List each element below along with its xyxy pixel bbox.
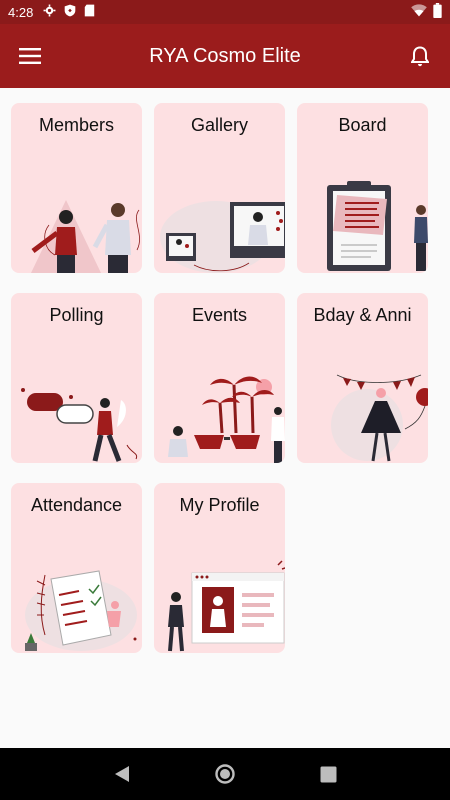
back-button[interactable] [102,754,142,794]
menu-button[interactable] [0,24,60,88]
app-bar: RYA Cosmo Elite [0,24,450,88]
tile-gallery[interactable]: Gallery [154,103,285,273]
bday-anni-illustration [331,374,428,462]
tile-label: Members [38,115,114,135]
members-illustration [31,200,140,273]
system-navigation-bar [0,748,450,800]
notifications-button[interactable] [390,24,450,88]
status-bar: 4:28 [0,0,450,24]
status-time: 4:28 [8,4,34,20]
gallery-illustration [160,201,285,273]
tile-bday-anni[interactable]: Bday & Anni [297,293,428,463]
events-illustration [168,376,285,463]
tile-attendance[interactable]: Attendance [11,483,142,653]
tile-label: Polling [49,305,104,325]
home-button[interactable] [205,754,245,794]
tile-label: Attendance [30,495,123,515]
shield-icon [64,4,76,20]
battery-icon [433,3,442,21]
bell-icon [411,45,429,66]
board-illustration [327,181,428,271]
recents-square-icon [320,766,337,782]
tile-my-profile[interactable]: My Profile [154,483,285,653]
polling-illustration [21,388,138,462]
tile-members[interactable]: Members [11,103,142,273]
tile-label: Bday & Anni [313,305,412,325]
recents-button[interactable] [308,754,348,794]
attendance-illustration [25,570,137,651]
tile-board[interactable]: Board [297,103,428,273]
gear-icon [43,4,56,20]
tile-label: Gallery [190,115,248,135]
back-triangle-icon [114,766,129,782]
home-circle-icon [215,764,235,784]
app-title: RYA Cosmo Elite [149,44,301,67]
tile-label: Events [191,305,248,325]
tile-label: Board [338,115,387,135]
tile-events[interactable]: Events [154,293,285,463]
wifi-icon [411,4,427,20]
hamburger-menu-icon [19,48,41,64]
tile-label: My Profile [179,495,260,515]
my-profile-illustration [168,560,285,652]
sd-card-icon [84,4,95,20]
tile-polling[interactable]: Polling [11,293,142,463]
